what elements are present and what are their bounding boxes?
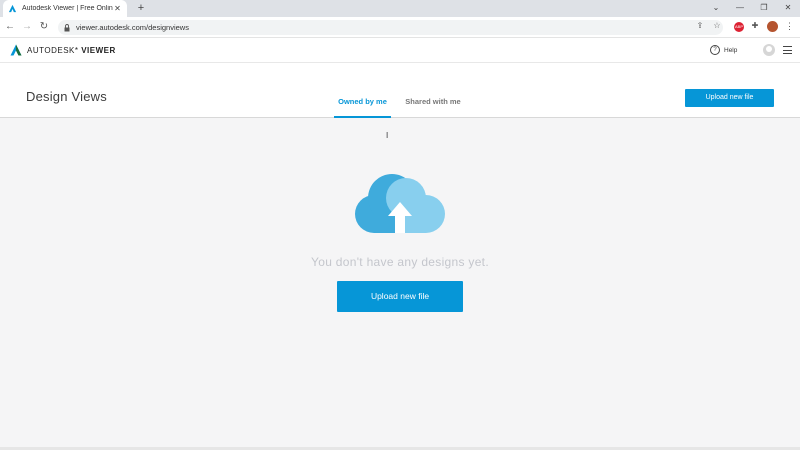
page-header: Design Views Owned by me Shared with me … [0,63,800,118]
share-icon[interactable]: ⇪ [694,20,706,32]
browser-toolbar: ← → ↻ viewer.autodesk.com/designviews ⇪ … [0,17,800,38]
back-arrow-icon[interactable]: ← [4,21,16,33]
cloud-upload-icon [355,174,445,233]
bookmark-star-icon[interactable]: ☆ [711,20,723,32]
page-title: Design Views [26,89,107,104]
reload-icon[interactable]: ↻ [38,21,50,33]
url-text: viewer.autodesk.com/designviews [76,23,189,32]
help-link[interactable]: ? Help [710,45,737,55]
new-tab-button[interactable]: + [135,2,147,14]
maximize-button[interactable]: ❐ [757,2,771,14]
extensions-puzzle-icon[interactable]: ✚ [749,20,761,32]
tab-close-icon[interactable]: ✕ [113,4,122,13]
autodesk-logo-icon [10,44,22,56]
autodesk-favicon-icon [8,4,17,13]
tab-shared-with-me[interactable]: Shared with me [400,97,466,118]
empty-state-message: You don't have any designs yet. [311,255,489,269]
browser-menu-icon[interactable]: ⋮ [785,20,794,32]
upload-new-file-button[interactable]: Upload new file [337,281,463,312]
browser-tab[interactable]: Autodesk Viewer | Free Online Fi ✕ [3,0,127,17]
browser-tabstrip: Autodesk Viewer | Free Online Fi ✕ + ⌄ —… [0,0,800,17]
brand-suffix: VIEWER [81,45,116,55]
upload-new-file-button-header[interactable]: Upload new file [685,89,774,107]
adblock-extension-icon[interactable]: ABP [734,22,744,32]
brand[interactable]: AUTODESK* VIEWER [10,44,116,56]
minimize-button[interactable]: — [733,2,747,14]
close-window-button[interactable]: ✕ [781,2,795,14]
lock-icon [63,23,71,32]
text-cursor-icon: I [386,131,389,140]
brand-name: AUTODESK* VIEWER [27,45,116,55]
address-bar[interactable]: viewer.autodesk.com/designviews [58,20,723,35]
browser-profile-avatar[interactable] [767,21,778,32]
brand-prefix: AUTODESK [27,45,75,55]
hamburger-menu-icon[interactable] [783,46,792,54]
app-header: AUTODESK* VIEWER ? Help [0,38,800,63]
tab-owned-by-me[interactable]: Owned by me [334,97,391,118]
tab-title: Autodesk Viewer | Free Online Fi [22,5,113,12]
help-label: Help [724,46,738,54]
help-icon: ? [710,45,720,55]
tab-search-icon[interactable]: ⌄ [709,2,723,14]
user-avatar[interactable] [763,44,775,56]
forward-arrow-icon[interactable]: → [21,21,33,33]
